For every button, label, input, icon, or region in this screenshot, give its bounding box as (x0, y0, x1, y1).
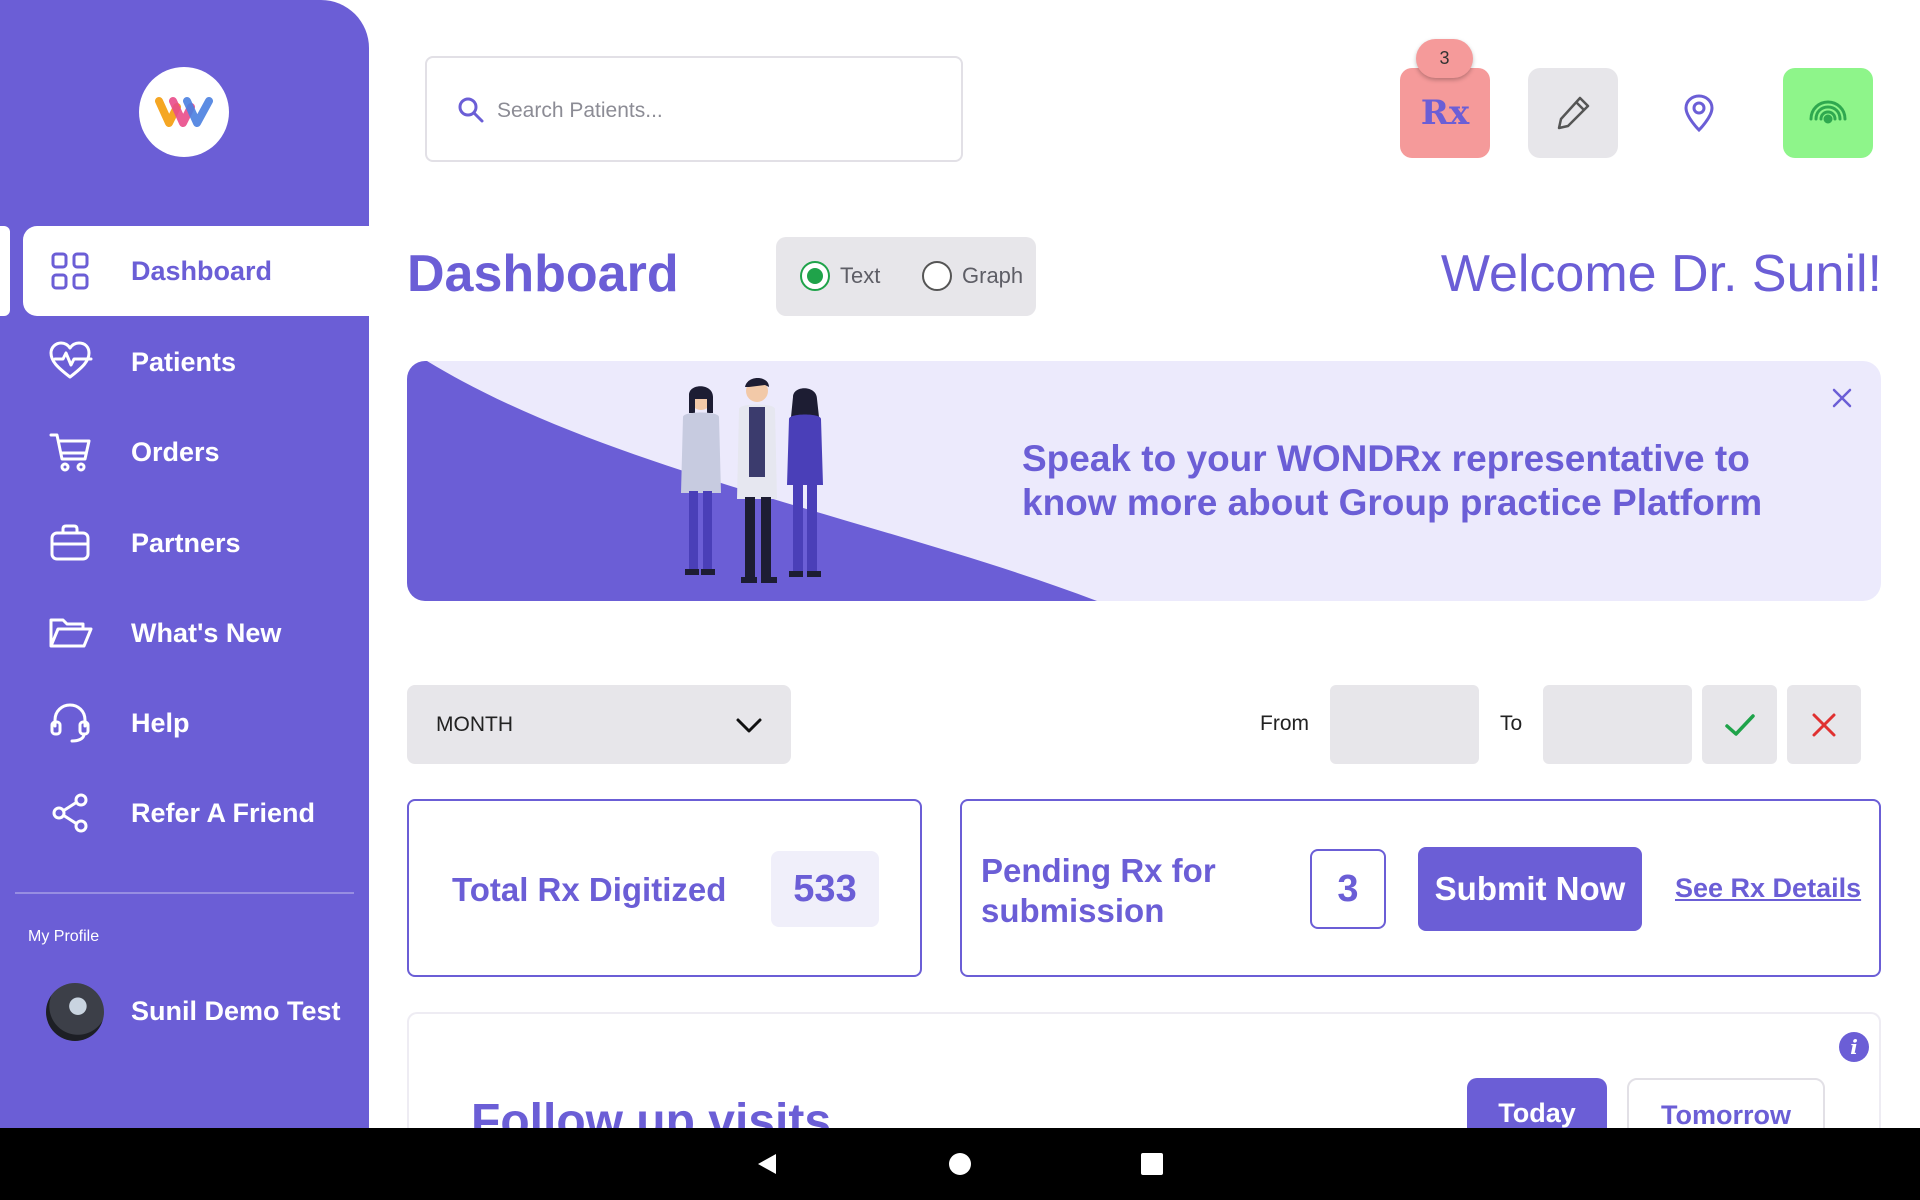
sidebar-item-patients[interactable]: Patients (23, 317, 369, 407)
system-nav-bar (0, 1128, 1920, 1200)
sidebar-item-label: Partners (131, 527, 241, 558)
headset-icon (50, 703, 90, 743)
view-toggle: Text Graph (776, 237, 1036, 316)
sidebar-item-label: Dashboard (131, 255, 273, 286)
sidebar-item-dashboard[interactable]: Dashboard (23, 226, 369, 316)
to-label: To (1500, 712, 1523, 735)
tab-tomorrow[interactable]: Tomorrow (1627, 1078, 1825, 1128)
page-title: Dashboard (407, 245, 679, 303)
radio-selected (800, 261, 830, 291)
search-placeholder: Search Patients... (497, 99, 663, 122)
radio-unselected (922, 261, 952, 291)
info-icon[interactable]: i (1839, 1032, 1869, 1062)
period-select[interactable]: MONTH (407, 685, 791, 764)
search-input[interactable]: Search Patients... (425, 56, 963, 162)
chevron-down-icon (736, 718, 762, 733)
submit-now-button[interactable]: Submit Now (1418, 847, 1642, 931)
location-pin-icon (1684, 94, 1714, 133)
see-rx-details-link[interactable]: See Rx Details (1675, 873, 1861, 904)
cart-icon (49, 433, 91, 472)
to-date-input[interactable] (1543, 685, 1692, 764)
total-rx-card: Total Rx Digitized 533 (407, 799, 922, 977)
rx-button[interactable]: Rx (1400, 68, 1490, 158)
rx-icon: Rx (1420, 93, 1470, 133)
search-icon (458, 97, 484, 123)
pen-button[interactable] (1528, 68, 1618, 158)
back-icon[interactable] (752, 1148, 784, 1180)
from-label: From (1260, 712, 1309, 735)
doctors-illustration (681, 378, 823, 583)
recents-icon[interactable] (1136, 1148, 1168, 1180)
sidebar: Dashboard Patients Orders Partners What'… (0, 0, 369, 1128)
profile-caption: My Profile (28, 928, 100, 945)
pen-icon (1557, 96, 1590, 130)
folder-open-icon (49, 618, 93, 648)
total-rx-label: Total Rx Digitized (452, 871, 727, 908)
sidebar-item-label: What's New (131, 617, 282, 648)
view-option-text[interactable]: Text (800, 261, 880, 291)
briefcase-icon (50, 524, 90, 561)
home-icon[interactable] (944, 1148, 976, 1180)
period-select-value: MONTH (436, 713, 513, 736)
pending-rx-label: Pending Rx for submission (981, 852, 1216, 929)
active-indicator (0, 226, 10, 316)
close-icon (1812, 713, 1836, 736)
sidebar-item-refer-a-friend[interactable]: Refer A Friend (23, 768, 369, 858)
sidebar-item-help[interactable]: Help (23, 678, 369, 768)
total-rx-value: 533 (771, 851, 879, 927)
sidebar-item-label: Refer A Friend (131, 797, 316, 828)
avatar[interactable] (46, 983, 104, 1041)
location-button[interactable] (1654, 68, 1744, 158)
from-date-input[interactable] (1330, 685, 1479, 764)
signal-button[interactable] (1783, 68, 1873, 158)
sidebar-item-partners[interactable]: Partners (23, 498, 369, 588)
followup-title: Follow up visits (471, 1095, 832, 1128)
wondrx-logo-icon[interactable] (139, 67, 229, 157)
banner-text: Speak to your WONDRx representative to k… (1022, 438, 1763, 523)
view-option-graph[interactable]: Graph (922, 261, 1023, 291)
pending-rx-card: Pending Rx for submission 3 Submit Now S… (960, 799, 1881, 977)
profile-name[interactable]: Sunil Demo Test (131, 996, 341, 1027)
close-icon[interactable] (1827, 383, 1857, 413)
check-icon (1724, 713, 1755, 736)
followup-card: Follow up visits i Today Tomorrow (407, 1012, 1881, 1128)
sidebar-item-label: Orders (131, 436, 220, 467)
signal-icon (1809, 100, 1847, 124)
view-option-label: Text (840, 263, 881, 288)
heart-pulse-icon (49, 341, 93, 379)
sidebar-item-whats-new[interactable]: What's New (23, 588, 369, 678)
tab-today[interactable]: Today (1467, 1078, 1607, 1128)
rx-count-badge: 3 (1416, 39, 1473, 78)
share-icon (52, 793, 88, 833)
sidebar-item-label: Help (131, 707, 190, 738)
grid-icon (51, 252, 89, 290)
sidebar-item-orders[interactable]: Orders (23, 407, 369, 497)
welcome-message: Welcome Dr. Sunil! (1440, 245, 1882, 303)
apply-filter-button[interactable] (1702, 685, 1777, 764)
pending-rx-value: 3 (1310, 849, 1386, 929)
sidebar-divider (15, 892, 354, 894)
view-option-label: Graph (962, 263, 1024, 288)
sidebar-item-label: Patients (131, 346, 237, 377)
promo-banner: Speak to your WONDRx representative to k… (407, 361, 1881, 601)
clear-filter-button[interactable] (1787, 685, 1861, 764)
